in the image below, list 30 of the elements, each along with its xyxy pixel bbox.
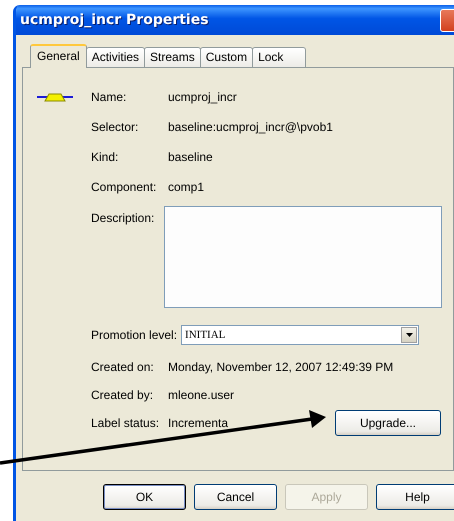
field-value: Incrementa <box>168 416 228 430</box>
tab[interactable]: Custom <box>200 47 254 67</box>
field-label: Label status: <box>91 416 160 430</box>
upgrade-button[interactable]: Upgrade... <box>335 410 441 436</box>
tab[interactable]: Activities <box>86 47 146 67</box>
field-label: Name: <box>91 90 128 104</box>
field-value: Monday, November 12, 2007 12:49:39 PM <box>168 360 394 374</box>
field-value: ucmproj_incr <box>168 90 237 104</box>
field-label: Selector: <box>91 120 140 134</box>
field-label: Created by: <box>91 388 154 402</box>
caret-icon <box>406 333 413 337</box>
field-label: Component: <box>91 180 158 194</box>
tab[interactable]: General <box>30 44 87 68</box>
field-value: baseline:ucmproj_incr@\pvob1 <box>168 120 333 134</box>
dialog-button[interactable]: Cancel <box>194 484 277 510</box>
field-label: Promotion level: <box>91 328 178 342</box>
field-value: comp1 <box>168 180 204 194</box>
field-label: Created on: <box>91 360 155 374</box>
description-field[interactable] <box>164 206 442 308</box>
tab[interactable]: Streams <box>144 47 201 67</box>
field-value: baseline <box>168 150 213 164</box>
window-title: ucmproj_incr Properties <box>20 12 209 28</box>
baseline-icon <box>37 92 73 102</box>
promotion-level-dropdown[interactable]: INITIAL <box>181 325 420 345</box>
field-label: Description: <box>91 210 156 225</box>
field-value: mleone.user <box>168 388 234 402</box>
tab[interactable]: Lock <box>252 47 306 67</box>
dialog-button[interactable]: OK <box>103 484 186 510</box>
field-label: Kind: <box>91 150 120 164</box>
dialog-button[interactable]: Help <box>376 484 454 510</box>
